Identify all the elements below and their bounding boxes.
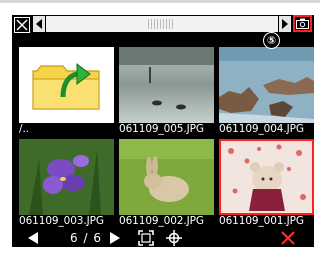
bezel-top-edge: [0, 0, 320, 3]
thumbnail-photo[interactable]: [119, 47, 214, 123]
photo-iris-image: [19, 139, 114, 215]
scroll-left-button[interactable]: [33, 16, 45, 32]
thumbnail-photo-selected[interactable]: [219, 139, 314, 215]
thumbnail-caption: 061109_002.JPG: [119, 215, 204, 227]
delete-button[interactable]: [280, 230, 296, 246]
thumbnail-caption: 061109_005.JPG: [119, 123, 204, 135]
photo-ducks-image: [119, 47, 214, 123]
folder-up-icon: [32, 62, 100, 110]
photo-teddy-bear-image: [219, 139, 314, 215]
close-icon[interactable]: [14, 17, 30, 33]
page-indicator: 6 / 6: [70, 231, 102, 245]
triangle-left-icon: [36, 19, 42, 29]
triangle-right-icon: [110, 232, 120, 244]
camera-button[interactable]: [293, 15, 312, 32]
red-x-icon: [281, 231, 295, 245]
callout-number-badge: ⑤: [263, 32, 280, 49]
thumbnail-caption: /..: [19, 123, 29, 135]
device-bezel: /.. 061109_005.JPG 061109_004.JPG 061109…: [0, 0, 320, 256]
thumbnail-photo[interactable]: [119, 139, 214, 215]
move-button[interactable]: [166, 230, 182, 246]
fit-view-button[interactable]: [138, 230, 154, 246]
photo-rocks-image: [219, 47, 314, 123]
thumbnail-photo[interactable]: [219, 47, 314, 123]
triangle-left-icon: [28, 232, 38, 244]
thumbnail-caption: 061109_004.JPG: [219, 123, 304, 135]
page-next-button[interactable]: [108, 230, 122, 246]
photo-rabbit-image: [119, 139, 214, 215]
scrollbar-thumb[interactable]: [148, 19, 174, 29]
thumbnail-parent-folder[interactable]: [19, 47, 114, 123]
scroll-right-button[interactable]: [279, 16, 291, 32]
crosshair-icon: [166, 230, 182, 246]
page-prev-button[interactable]: [26, 230, 40, 246]
scrollbar-track[interactable]: [46, 16, 278, 32]
thumbnail-caption: 061109_001.JPG: [219, 215, 304, 227]
image-browser-screen: /.. 061109_005.JPG 061109_004.JPG 061109…: [12, 15, 314, 247]
frame-corners-icon: [138, 230, 154, 246]
camera-icon: [296, 18, 309, 29]
triangle-right-icon: [282, 19, 288, 29]
thumbnail-photo[interactable]: [19, 139, 114, 215]
thumbnail-caption: 061109_003.JPG: [19, 215, 104, 227]
